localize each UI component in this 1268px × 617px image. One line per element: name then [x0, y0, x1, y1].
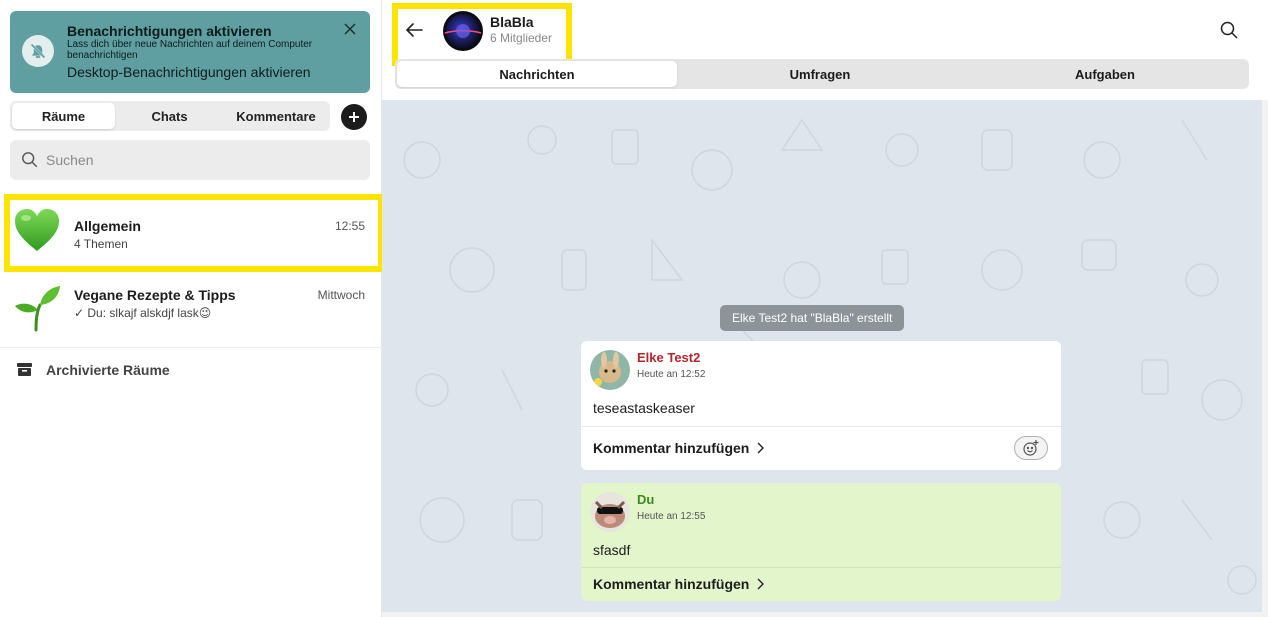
archive-icon [17, 363, 32, 376]
tab-raeume[interactable]: Räume [12, 103, 115, 129]
room-subtitle: 4 Themen [74, 237, 128, 251]
close-icon[interactable] [343, 22, 359, 38]
room-item-vegane-rezepte[interactable]: Vegane Rezepte & Tipps ✓ Du: slkajf alsk… [0, 271, 381, 348]
tab-chats[interactable]: Chats [117, 103, 222, 129]
message-time: Heute an 12:55 [637, 511, 706, 522]
avatar[interactable] [443, 11, 483, 51]
scrollbar[interactable] [1262, 100, 1268, 617]
archived-rooms-item[interactable]: Archivierte Räume [0, 355, 381, 385]
message-text: teseastaskeaser [593, 400, 695, 416]
tab-kommentare[interactable]: Kommentare [224, 103, 328, 129]
seedling-icon [15, 286, 60, 332]
notification-title: Benachrichtigungen aktivieren [67, 23, 272, 39]
message-text: sfasdf [593, 542, 631, 558]
search-box [10, 140, 370, 180]
room-name: Vegane Rezepte & Tipps [74, 287, 236, 303]
add-comment-label: Kommentar hinzufügen [593, 440, 750, 456]
tab-nachrichten[interactable]: Nachrichten [397, 61, 677, 87]
bell-off-icon [22, 35, 54, 67]
tab-aufgaben[interactable]: Aufgaben [965, 61, 1245, 87]
back-arrow-icon[interactable] [404, 20, 426, 42]
system-message: Elke Test2 hat "BlaBla" erstellt [720, 305, 905, 331]
chat-panel: BlaBla 6 Mitglieder Nachrichten Umfragen… [382, 0, 1268, 617]
message-area[interactable]: Elke Test2 hat "BlaBla" erstellt Elke Te… [382, 100, 1262, 612]
sidebar: Benachrichtigungen aktivieren Lass dich … [0, 0, 384, 617]
emoji-add-icon [1023, 440, 1039, 456]
message-author[interactable]: Du [637, 492, 654, 507]
chevron-right-icon [757, 578, 765, 590]
main-tabs: Nachrichten Umfragen Aufgaben [395, 59, 1249, 89]
message-author[interactable]: Elke Test2 [637, 350, 700, 365]
chevron-right-icon [757, 442, 765, 454]
search-icon[interactable] [1219, 20, 1239, 40]
message-card[interactable]: Du Heute an 12:55 sfasdf Kommentar hinzu… [581, 483, 1061, 601]
room-item-allgemein[interactable]: Allgemein 4 Themen 12:55 [0, 193, 381, 269]
search-input[interactable] [46, 140, 356, 180]
notification-banner[interactable]: Benachrichtigungen aktivieren Lass dich … [10, 11, 370, 93]
add-reaction-button[interactable] [1014, 436, 1048, 460]
sidebar-tabs: Räume Chats Kommentare [10, 101, 330, 131]
add-button[interactable] [341, 104, 367, 130]
add-comment-label: Kommentar hinzufügen [593, 576, 750, 592]
room-time: Mittwoch [317, 288, 365, 302]
group-name[interactable]: BlaBla [490, 14, 534, 30]
message-card[interactable]: Elke Test2 Heute an 12:52 teseastaskease… [581, 341, 1061, 470]
add-comment-button[interactable]: Kommentar hinzufügen [593, 576, 765, 592]
divider [581, 426, 1061, 427]
notification-subtitle: Lass dich über neue Nachrichten auf dein… [67, 39, 313, 61]
message-time: Heute an 12:52 [637, 369, 706, 380]
avatar[interactable] [590, 492, 630, 532]
divider [581, 567, 1061, 568]
green-heart-icon [15, 209, 59, 251]
room-last-message: ✓ Du: slkajf alskdjf lask😉 [74, 306, 212, 320]
room-name: Allgemein [74, 218, 141, 234]
composer-edge [382, 612, 1262, 617]
search-icon [22, 152, 38, 168]
group-members: 6 Mitglieder [490, 31, 553, 45]
add-comment-button[interactable]: Kommentar hinzufügen [593, 440, 765, 456]
chat-header: BlaBla 6 Mitglieder Nachrichten Umfragen… [382, 0, 1268, 100]
enable-notifications-link[interactable]: Desktop-Benachrichtigungen aktivieren [67, 64, 311, 80]
room-time: 12:55 [334, 219, 365, 233]
archived-rooms-label: Archivierte Räume [46, 362, 170, 378]
tab-umfragen[interactable]: Umfragen [680, 61, 960, 87]
avatar[interactable] [590, 350, 630, 390]
